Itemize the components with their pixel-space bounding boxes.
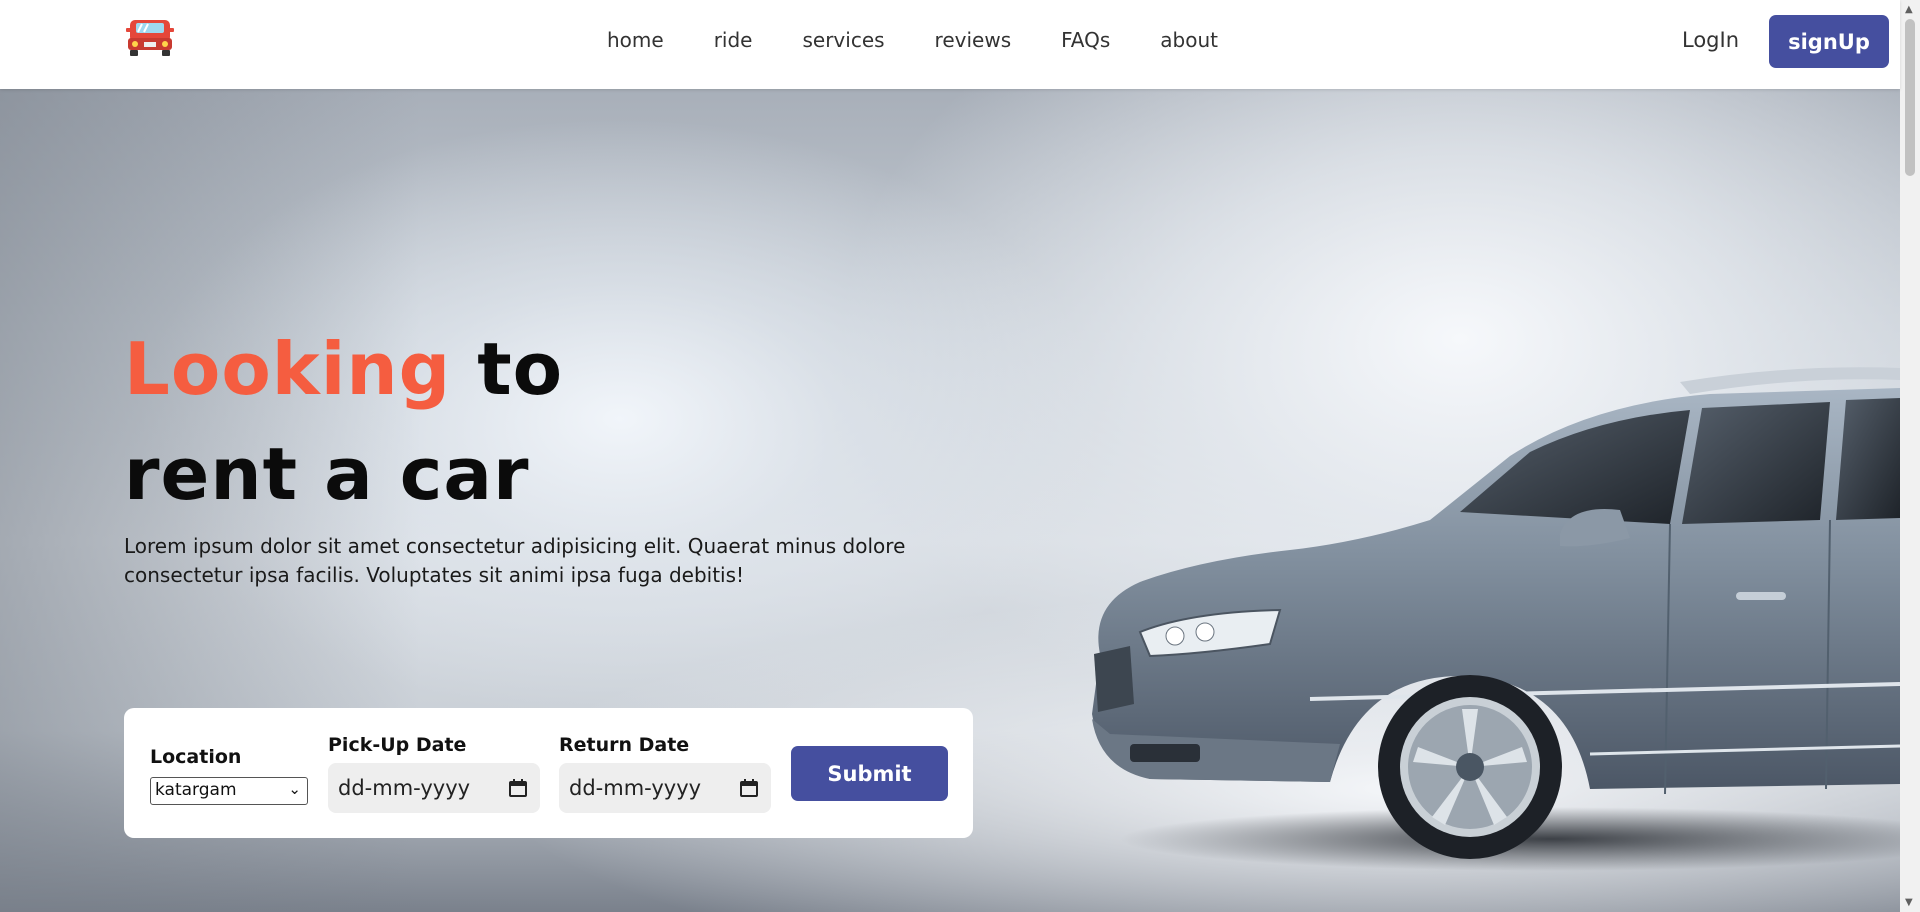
location-label: Location [150, 746, 242, 768]
calendar-icon[interactable] [508, 778, 528, 798]
headline-line-2: rent a car [124, 432, 530, 516]
return-date-input[interactable]: dd-mm-yyyy [559, 763, 771, 813]
calendar-icon[interactable] [739, 778, 759, 798]
car-image [1092, 367, 1900, 871]
hero-description: Lorem ipsum dolor sit amet consectetur a… [124, 534, 906, 587]
hero-section: Looking to rent a car Lorem ipsum dolor … [0, 89, 1900, 912]
nav-services[interactable]: services [802, 28, 884, 52]
return-date-placeholder: dd-mm-yyyy [569, 776, 702, 800]
chevron-down-icon: ⌄ [288, 780, 301, 798]
signup-button[interactable]: signUp [1769, 15, 1889, 68]
headline-rest: to [451, 327, 564, 411]
pickup-date-label: Pick-Up Date [328, 734, 467, 756]
car-logo-icon[interactable] [124, 14, 176, 58]
nav-faqs[interactable]: FAQs [1061, 28, 1110, 52]
main-nav: home ride services reviews FAQs about [607, 28, 1218, 52]
nav-ride[interactable]: ride [714, 28, 753, 52]
page-scrollbar[interactable]: ▲ ▼ [1900, 0, 1920, 912]
pickup-date-input[interactable]: dd-mm-yyyy [328, 763, 540, 813]
submit-button[interactable]: Submit [791, 746, 948, 801]
scroll-down-arrow-icon[interactable]: ▼ [1905, 897, 1913, 908]
location-select[interactable]: katargam ⌄ [150, 777, 308, 805]
pickup-date-placeholder: dd-mm-yyyy [338, 776, 471, 800]
scrollbar-thumb[interactable] [1905, 19, 1915, 176]
nav-reviews[interactable]: reviews [935, 28, 1012, 52]
headline-accent: Looking [124, 327, 452, 411]
login-button[interactable]: LogIn [1682, 28, 1739, 52]
nav-about[interactable]: about [1160, 28, 1218, 52]
booking-form: Location katargam ⌄ Pick-Up Date dd-mm-y… [124, 708, 973, 838]
location-value: katargam [155, 780, 237, 800]
return-date-label: Return Date [559, 734, 690, 756]
hero-headline: Looking to rent a car [124, 317, 563, 527]
scroll-up-arrow-icon[interactable]: ▲ [1905, 4, 1913, 15]
site-header: home ride services reviews FAQs about Lo… [0, 0, 1900, 89]
nav-home[interactable]: home [607, 28, 664, 52]
